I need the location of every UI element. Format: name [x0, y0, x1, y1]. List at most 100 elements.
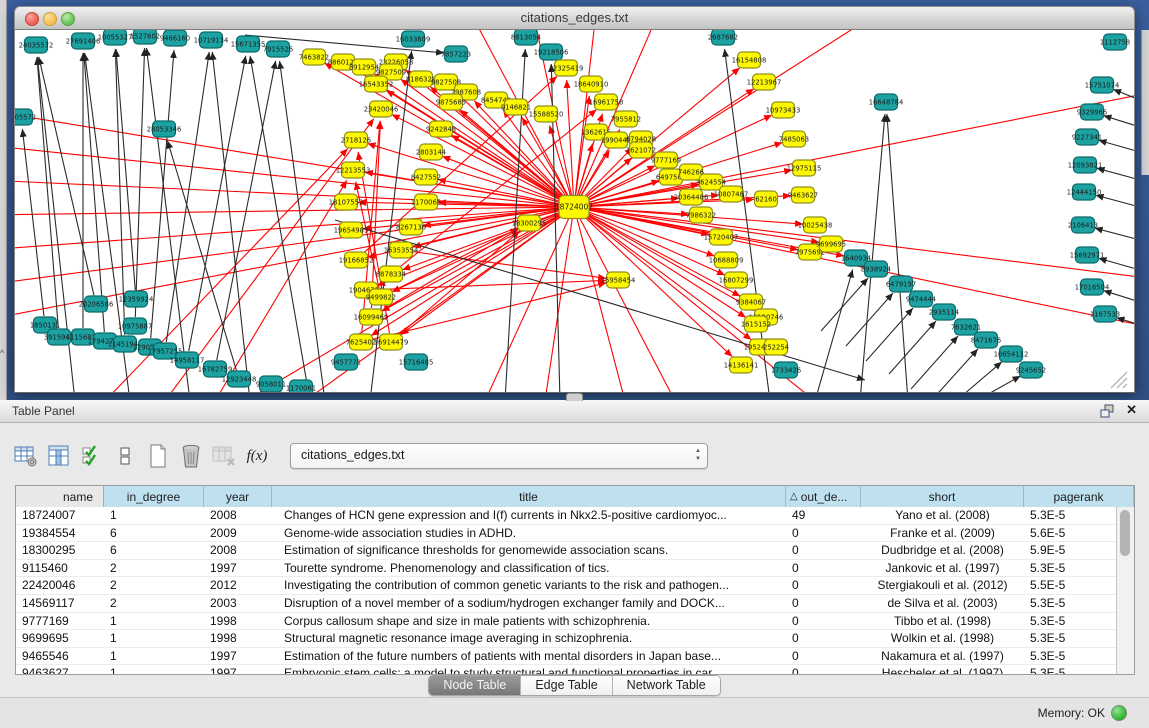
tab-node-table[interactable]: Node Table: [429, 676, 521, 695]
status-bar: Memory: OK: [0, 697, 1149, 728]
graph-edge: [375, 280, 606, 289]
table-cell: 2: [104, 560, 204, 577]
graph-node-label: 9474444: [906, 295, 936, 303]
graph-edge: [815, 270, 853, 392]
graph-node-label: 10688809: [709, 256, 744, 264]
table-row[interactable]: 1456911722003Disruption of a novel membe…: [16, 595, 1117, 613]
chevron-icon: ^: [0, 348, 4, 358]
table-cell: Genome-wide association studies in ADHD.: [272, 525, 786, 542]
memory-status-label: Memory: OK: [1038, 706, 1105, 720]
graph-node-label: 24035572: [19, 41, 54, 49]
graph-node-label: 8471676: [971, 336, 1001, 344]
graph-node-label: 15958454: [601, 276, 636, 284]
tab-network-table[interactable]: Network Table: [613, 676, 720, 695]
memory-status-indicator: [1111, 705, 1127, 721]
graph-edge: [151, 50, 174, 338]
table-cell: 1: [104, 648, 204, 665]
column-header-out-de-[interactable]: △out_de...: [786, 486, 861, 507]
window-titlebar[interactable]: citations_edges.txt: [14, 6, 1135, 30]
background-window-edge: [1141, 30, 1149, 175]
graph-node-label: 14136141: [724, 361, 759, 369]
new-table-button[interactable]: [146, 443, 170, 469]
column-header-pagerank[interactable]: pagerank: [1024, 486, 1134, 507]
table-cell: Structural magnetic resonance image aver…: [272, 630, 786, 647]
graph-edge: [1096, 195, 1134, 207]
graph-node-label: 2106413: [1068, 221, 1098, 229]
table-row[interactable]: 946554611997Estimation of the future num…: [16, 648, 1117, 666]
table-cell: 9463627: [16, 665, 104, 674]
table-row[interactable]: 1872400712008Changes of HCN gene express…: [16, 507, 1117, 525]
graph-node-label: 1615152: [741, 320, 771, 328]
select-rows-button[interactable]: [80, 443, 104, 469]
graph-node-label: 1621072: [626, 146, 656, 154]
table-cell: 5.3E-5: [1024, 665, 1117, 674]
tab-edge-table[interactable]: Edge Table: [521, 676, 612, 695]
graph-edge: [165, 119, 374, 392]
column-header-year[interactable]: year: [204, 486, 272, 507]
float-window-icon[interactable]: [1100, 404, 1115, 418]
table-row[interactable]: 946362711997Embryonic stem cells: a mode…: [16, 665, 1117, 674]
table-cell: 19384554: [16, 525, 104, 542]
graph-edge: [911, 336, 958, 389]
table-row[interactable]: 2242004622012Investigating the contribut…: [16, 577, 1117, 595]
table-settings-button[interactable]: [14, 443, 38, 469]
graph-node-label: 16648784: [869, 98, 904, 106]
graph-node-label: 16543352: [359, 80, 394, 88]
graph-node-label: 9827509: [376, 68, 406, 76]
table-cell: Tourette syndrome. Phenomenology and cla…: [272, 560, 786, 577]
graph-node-label: 28053346: [147, 125, 182, 133]
select-column-button[interactable]: [47, 443, 71, 469]
graph-node-label: 9699695: [816, 240, 846, 248]
table-row[interactable]: 911546021997Tourette syndrome. Phenomeno…: [16, 560, 1117, 578]
graph-node-label: 7485063: [779, 135, 809, 143]
table-cell: 1997: [204, 665, 272, 674]
column-header-name[interactable]: name: [16, 486, 104, 507]
trash-icon[interactable]: [179, 443, 203, 469]
graph-node-label: 1170065: [411, 198, 441, 206]
graph-node-label: 2687682: [708, 33, 738, 41]
graph-node-label: 1112758: [1100, 38, 1130, 46]
table-row[interactable]: 977716911998Corpus callosum shape and si…: [16, 613, 1117, 631]
graph-node-label: 10719134: [194, 36, 229, 44]
table-cell: de Silva et al. (2003): [861, 595, 1024, 612]
row-height-button[interactable]: [113, 443, 137, 469]
table-cell: Dudbridge et al. (2008): [861, 542, 1024, 559]
panel-divider-handle[interactable]: [566, 393, 583, 401]
graph-node-label: 16033809: [396, 35, 431, 43]
table-cell: 2: [104, 577, 204, 594]
graph-edge: [583, 90, 1134, 205]
network-canvas[interactable]: 2403557227691406100553271527602946616010…: [14, 30, 1135, 393]
table-cell: 6: [104, 525, 204, 542]
table-cell: 5.3E-5: [1024, 630, 1117, 647]
table-row[interactable]: 1938455462009Genome-wide association stu…: [16, 525, 1117, 543]
graph-node-label: 9875685: [436, 98, 466, 106]
column-header-in-degree[interactable]: in_degree: [104, 486, 204, 507]
graph-edge: [931, 349, 978, 392]
scrollbar-thumb[interactable]: [1120, 510, 1130, 556]
graph-node-label: 15716485: [399, 358, 434, 366]
table-cell: 0: [786, 665, 861, 674]
table-row[interactable]: 969969511998Structural magnetic resonanc…: [16, 630, 1117, 648]
vertical-scrollbar[interactable]: [1116, 507, 1134, 674]
delete-table-button-disabled: [212, 443, 236, 469]
table-cell: 1997: [204, 648, 272, 665]
column-header-title[interactable]: title: [272, 486, 786, 507]
column-header-short[interactable]: short: [861, 486, 1024, 507]
close-icon[interactable]: ✕: [1126, 402, 1137, 418]
graph-node-label: 8912954: [349, 63, 379, 71]
graph-node-label: 10055327: [98, 33, 133, 41]
graph-node-label: 1527602: [130, 32, 160, 40]
graph-edge: [583, 209, 1134, 330]
graph-node-label: 1167533: [1090, 310, 1120, 318]
graph-node-label: 12213553: [336, 166, 371, 174]
table-cell: 0: [786, 525, 861, 542]
table-cell: 0: [786, 577, 861, 594]
graph-node-label: 9457771: [331, 358, 361, 366]
table-row[interactable]: 1830029562008Estimation of significance …: [16, 542, 1117, 560]
graph-node-label: 16154808: [732, 56, 767, 64]
table-cell: 1998: [204, 613, 272, 630]
table-select-dropdown[interactable]: citations_edges.txt ▲▼: [290, 443, 708, 469]
function-builder-button[interactable]: f(x): [245, 443, 269, 469]
graph-node-label: 9463627: [788, 191, 818, 199]
citation-network-graph: 2403557227691406100553271527602946616010…: [15, 30, 1134, 392]
